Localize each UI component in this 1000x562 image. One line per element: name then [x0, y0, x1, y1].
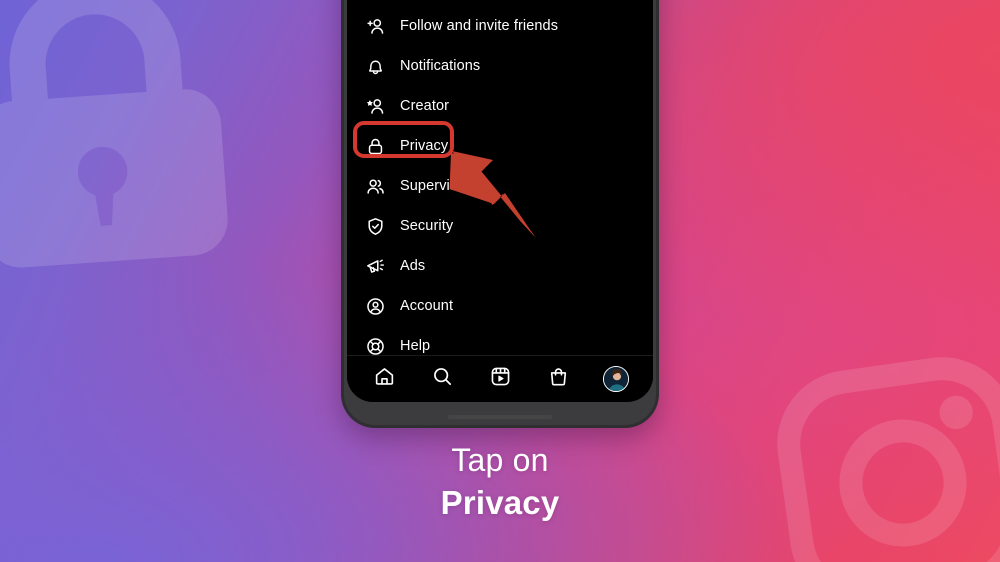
profile-avatar: [603, 366, 629, 392]
menu-item-security[interactable]: Security: [347, 206, 653, 246]
menu-item-notifications[interactable]: Notifications: [347, 46, 653, 86]
phone-screen: Follow and invite friends Notifications: [347, 0, 653, 402]
menu-item-label: Notifications: [400, 57, 481, 74]
reels-icon: [489, 365, 512, 393]
caption: Tap on Privacy: [0, 438, 1000, 524]
menu-item-follow-and-invite-friends[interactable]: Follow and invite friends: [347, 6, 653, 46]
phone-device: Follow and invite friends Notifications: [341, 0, 659, 428]
search-icon: [431, 365, 454, 393]
home-icon: [373, 365, 396, 393]
menu-item-label: Help: [400, 337, 431, 354]
bell-icon: [364, 55, 386, 77]
lifebuoy-icon: [364, 335, 386, 357]
menu-item-label: Ads: [400, 257, 426, 274]
menu-item-ads[interactable]: Ads: [347, 246, 653, 286]
megaphone-icon: [364, 255, 386, 277]
nav-home-button[interactable]: [365, 360, 403, 398]
people-icon: [364, 175, 386, 197]
nav-shop-button[interactable]: [539, 360, 577, 398]
lock-icon: [364, 135, 386, 157]
menu-item-supervision[interactable]: Supervision: [347, 166, 653, 206]
caption-line-1: Tap on: [451, 442, 549, 478]
menu-item-account[interactable]: Account: [347, 286, 653, 326]
menu-item-label: Security: [400, 217, 454, 234]
screenshot-stage: Follow and invite friends Notifications: [0, 0, 1000, 562]
shield-check-icon: [364, 215, 386, 237]
shopping-bag-icon: [547, 365, 570, 393]
nav-profile-button[interactable]: [597, 360, 635, 398]
account-circle-icon: [364, 295, 386, 317]
menu-item-privacy[interactable]: Privacy: [347, 126, 653, 166]
menu-item-label: Follow and invite friends: [400, 17, 559, 34]
person-add-icon: [364, 15, 386, 37]
menu-item-label: Privacy: [400, 137, 449, 154]
phone-speaker-grille: [448, 415, 552, 419]
settings-menu: Follow and invite friends Notifications: [347, 6, 653, 366]
caption-line-2: Privacy: [440, 484, 560, 521]
person-star-icon: [364, 95, 386, 117]
nav-search-button[interactable]: [423, 360, 461, 398]
padlock-watermark: [0, 0, 228, 268]
menu-item-label: Creator: [400, 97, 450, 114]
menu-item-creator[interactable]: Creator: [347, 86, 653, 126]
nav-reels-button[interactable]: [481, 360, 519, 398]
bottom-navigation-bar: [347, 355, 653, 402]
menu-item-label: Account: [400, 297, 454, 314]
menu-item-label: Supervision: [400, 177, 477, 194]
